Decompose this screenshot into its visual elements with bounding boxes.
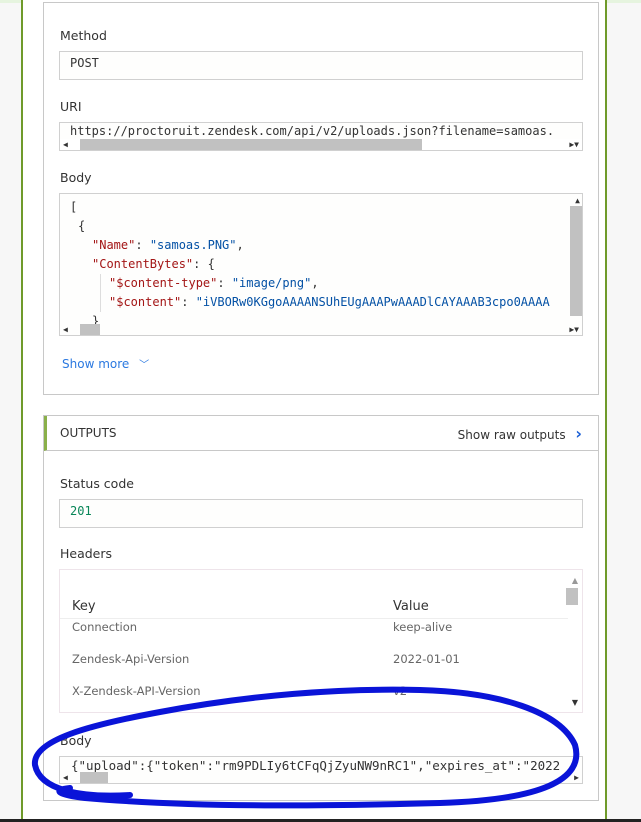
annotation-scribble: [31, 686, 580, 809]
hand-drawn-circle: [31, 686, 580, 809]
